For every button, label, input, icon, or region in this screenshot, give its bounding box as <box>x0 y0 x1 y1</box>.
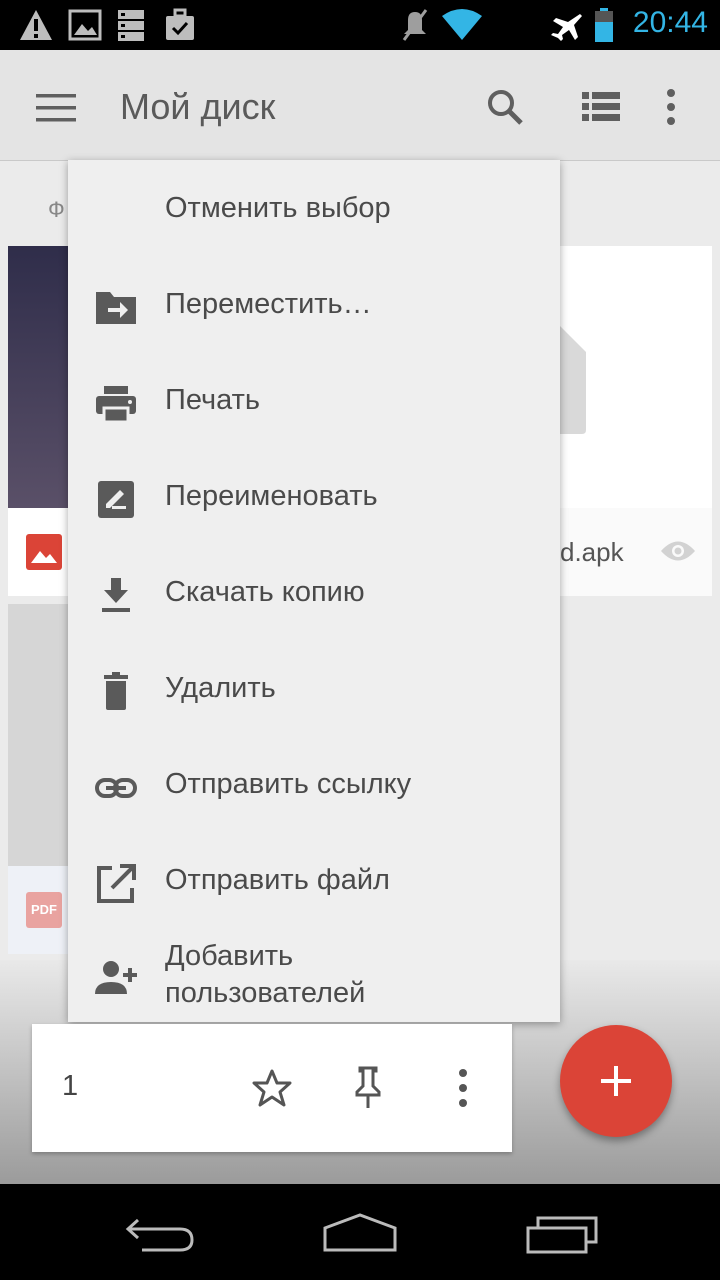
menu-icon[interactable] <box>36 94 76 122</box>
file-card-footer[interactable] <box>8 508 70 596</box>
menu-item-label: Переименовать <box>165 480 378 512</box>
clock: 20:44 <box>632 6 708 39</box>
menu-item-send-link[interactable]: Отправить ссылку <box>68 738 560 834</box>
airplane-icon <box>551 14 582 41</box>
link-icon <box>95 778 137 798</box>
wifi-icon <box>442 9 482 40</box>
menu-item-rename[interactable]: Переименовать <box>68 450 560 546</box>
fab-add-button[interactable] <box>560 1025 672 1137</box>
print-icon <box>96 386 136 424</box>
context-menu: Отменить выбор Переместить… Печать Переи… <box>68 160 560 1022</box>
person-add-icon <box>95 961 137 994</box>
file-thumbnail[interactable] <box>560 246 712 508</box>
file-thumbnail[interactable] <box>8 246 70 508</box>
list-view-icon[interactable] <box>582 92 620 122</box>
apk-file-icon <box>560 326 586 434</box>
image-file-icon <box>26 534 62 570</box>
navigation-bar <box>0 1184 720 1280</box>
plus-icon <box>601 1066 631 1096</box>
briefcase-check-icon <box>166 8 194 40</box>
warning-icon <box>20 10 52 40</box>
home-icon[interactable] <box>322 1212 398 1254</box>
status-bar: 20:44 <box>0 0 720 50</box>
file-name: d.apk <box>560 537 624 567</box>
image-icon <box>68 9 102 41</box>
search-icon[interactable] <box>486 88 524 126</box>
menu-item-download[interactable]: Скачать копию <box>68 546 560 642</box>
open-in-new-icon <box>97 864 136 903</box>
download-icon <box>102 578 130 612</box>
menu-item-label: Переместить… <box>165 288 372 320</box>
pdf-file-icon: PDF <box>26 892 62 928</box>
delete-icon <box>104 672 128 710</box>
menu-item-label: Отправить ссылку <box>165 768 412 800</box>
back-icon[interactable] <box>124 1216 196 1252</box>
menu-item-label: Скачать копию <box>165 576 365 608</box>
more-vert-icon[interactable] <box>456 1068 470 1108</box>
menu-item-print[interactable]: Печать <box>68 354 560 450</box>
move-to-folder-icon <box>96 292 136 324</box>
app-bar: Мой диск <box>0 50 720 161</box>
file-card-footer[interactable]: PDF <box>8 866 70 954</box>
storage-icon <box>118 10 144 41</box>
menu-item-deselect[interactable]: Отменить выбор <box>68 162 560 258</box>
pin-icon[interactable] <box>354 1066 382 1110</box>
menu-item-label: Отменить выбор <box>165 192 391 224</box>
battery-icon <box>595 8 613 42</box>
file-thumbnail[interactable] <box>8 604 70 866</box>
eye-icon[interactable] <box>660 538 696 564</box>
menu-item-add-users[interactable]: Добавить пользователей <box>68 930 560 1022</box>
mute-icon <box>402 9 428 41</box>
rename-icon <box>98 481 134 518</box>
menu-item-send-file[interactable]: Отправить файл <box>68 834 560 930</box>
section-label: Ф <box>48 197 65 222</box>
recents-icon[interactable] <box>526 1214 600 1254</box>
menu-item-label: Удалить <box>165 672 276 704</box>
menu-item-label: Отправить файл <box>165 864 390 896</box>
selection-count: 1 <box>62 1070 79 1102</box>
more-vert-icon[interactable] <box>664 88 678 126</box>
selection-bar: 1 <box>32 1024 512 1152</box>
page-title: Мой диск <box>120 86 276 127</box>
menu-item-label: Печать <box>165 384 261 416</box>
menu-item-label: Добавить пользователей <box>165 940 366 1009</box>
menu-item-move[interactable]: Переместить… <box>68 258 560 354</box>
star-icon[interactable] <box>252 1068 292 1108</box>
menu-item-delete[interactable]: Удалить <box>68 642 560 738</box>
